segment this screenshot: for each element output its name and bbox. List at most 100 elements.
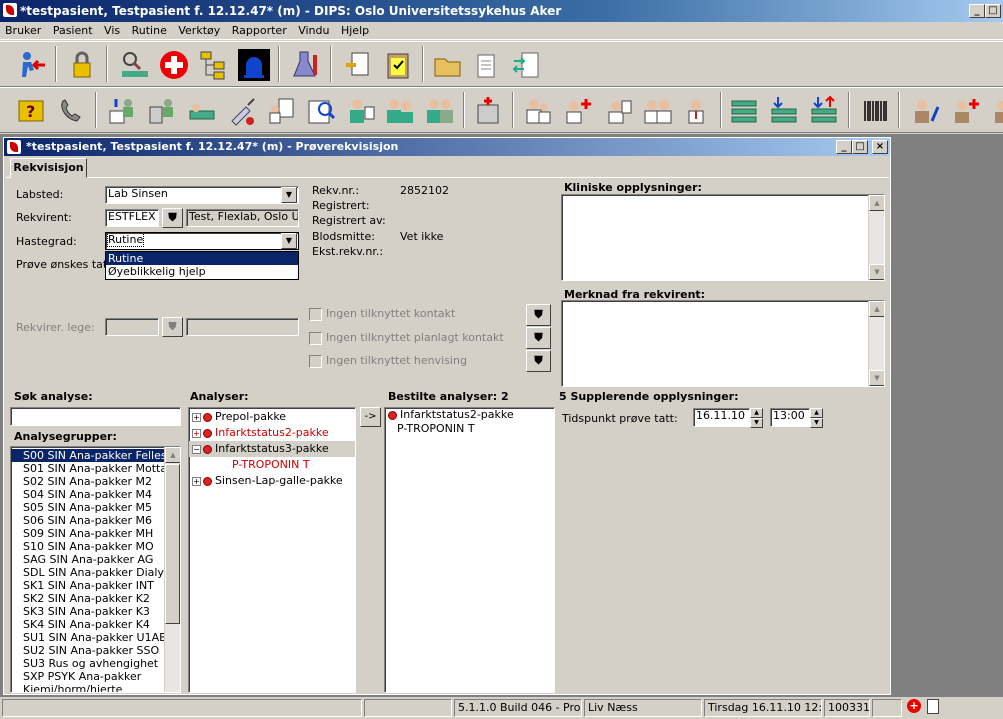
child-maximize-button[interactable]: □ xyxy=(852,140,868,154)
menu-hjelp[interactable]: Hjelp xyxy=(341,24,369,37)
open-folder-icon[interactable] xyxy=(432,49,464,81)
minimize-button[interactable]: _ xyxy=(969,4,985,18)
bestilt-child-item[interactable]: P-TROPONIN T xyxy=(385,422,554,436)
group-item[interactable]: SK3 SIN Ana-pakker K3 xyxy=(11,605,180,618)
hastegrad-option-rutine[interactable]: Rutine xyxy=(106,252,298,265)
merknad-textarea[interactable]: ▲ ▼ xyxy=(561,300,885,387)
group-item[interactable]: SDL SIN Ana-pakker Dialyse xyxy=(11,566,180,579)
time-down-icon[interactable]: ▼ xyxy=(810,418,823,428)
logout-icon[interactable] xyxy=(15,49,47,81)
medical-cross-icon[interactable] xyxy=(158,49,190,81)
list-green-icon[interactable] xyxy=(728,95,760,127)
tree-item[interactable]: + Infarktstatus2-pakke xyxy=(189,425,355,441)
scroll-down-icon[interactable]: ▼ xyxy=(869,370,884,386)
group-item[interactable]: S10 SIN Ana-pakker MO xyxy=(11,540,180,553)
staff-add-icon[interactable] xyxy=(950,95,982,127)
patient-document-icon[interactable] xyxy=(265,95,297,127)
status-document-icon[interactable] xyxy=(927,699,939,714)
alarm-icon[interactable] xyxy=(238,49,270,81)
hospital-icon[interactable] xyxy=(472,95,504,127)
staff-more-icon[interactable] xyxy=(990,95,1003,127)
date-up-icon[interactable]: ▲ xyxy=(750,408,763,418)
kliniske-textarea[interactable]: ▲ ▼ xyxy=(561,194,885,281)
doctor-group-icon[interactable] xyxy=(642,95,674,127)
list-down-icon[interactable] xyxy=(768,95,800,127)
labsted-dropdown-icon[interactable]: ▼ xyxy=(281,187,297,203)
expand-icon[interactable]: + xyxy=(192,412,201,422)
group-item[interactable]: S02 SIN Ana-pakker M2 xyxy=(11,475,180,488)
menu-rapporter[interactable]: Rapporter xyxy=(232,24,287,37)
menu-rutine[interactable]: Rutine xyxy=(132,24,167,37)
labsted-select[interactable]: Lab Sinsen xyxy=(105,186,299,204)
barcode-icon[interactable] xyxy=(860,95,892,127)
bed-icon[interactable] xyxy=(186,95,218,127)
bestilt-item[interactable]: Infarktstatus2-pakke xyxy=(385,408,554,422)
group-item[interactable]: SK2 SIN Ana-pakker K2 xyxy=(11,592,180,605)
staff-group-icon[interactable] xyxy=(384,95,416,127)
group-item[interactable]: S06 SIN Ana-pakker M6 xyxy=(11,514,180,527)
merknad-scrollbar[interactable]: ▲ ▼ xyxy=(868,301,884,386)
scroll-thumb[interactable] xyxy=(165,464,180,624)
scroll-down-icon[interactable]: ▼ xyxy=(869,264,884,280)
hastegrad-select[interactable]: Rutine xyxy=(105,232,299,250)
time-field[interactable]: 13:00 xyxy=(770,408,810,427)
group-item[interactable]: S01 SIN Ana-pakker Mottak xyxy=(11,462,180,475)
document-arrows-icon[interactable] xyxy=(510,49,542,81)
group-item[interactable]: S09 SIN Ana-pakker MH xyxy=(11,527,180,540)
hastegrad-option-oyeblikkelig[interactable]: Øyeblikkelig hjelp xyxy=(106,265,298,278)
menu-vindu[interactable]: Vindu xyxy=(298,24,329,37)
sok-analyse-input[interactable] xyxy=(10,407,181,426)
groups-scrollbar[interactable]: ▲ xyxy=(164,447,180,692)
menu-bruker[interactable]: Bruker xyxy=(5,24,41,37)
list-sort-icon[interactable] xyxy=(808,95,840,127)
bestilte-list[interactable]: Infarktstatus2-pakke P-TROPONIN T xyxy=(384,407,555,693)
help-icon[interactable]: ? xyxy=(15,95,47,127)
lock-icon[interactable] xyxy=(66,49,98,81)
patient-search-icon[interactable] xyxy=(118,49,150,81)
scroll-up-icon[interactable]: ▲ xyxy=(165,447,180,463)
menu-verktoy[interactable]: Verktøy xyxy=(178,24,220,37)
planlagt-search-button[interactable]: ⛊ xyxy=(526,327,551,349)
analyser-tree[interactable]: + Prepol-pakke + Infarktstatus2-pakke − Inf… xyxy=(188,407,356,693)
hastegrad-dropdown-icon[interactable]: ▼ xyxy=(281,233,297,249)
collapse-icon[interactable]: − xyxy=(192,444,201,454)
doctors-icon[interactable] xyxy=(522,95,554,127)
group-item[interactable]: S00 SIN Ana-pakker Felles xyxy=(11,449,180,462)
hierarchy-icon[interactable] xyxy=(198,49,230,81)
maximize-button[interactable]: □ xyxy=(985,4,1001,18)
doctor-icon[interactable] xyxy=(680,95,712,127)
child-minimize-button[interactable]: _ xyxy=(836,140,852,154)
staff-team-icon[interactable] xyxy=(424,95,456,127)
date-down-icon[interactable]: ▼ xyxy=(750,418,763,428)
time-up-icon[interactable]: ▲ xyxy=(810,408,823,418)
kontakt-search-button[interactable]: ⛊ xyxy=(526,304,551,326)
journal-search-icon[interactable] xyxy=(305,95,337,127)
phone-icon[interactable] xyxy=(55,95,87,127)
move-right-button[interactable]: -> xyxy=(360,407,381,427)
tab-rekvisisjon[interactable]: Rekvisisjon xyxy=(10,158,87,178)
group-item[interactable]: SU1 SIN Ana-pakker U1AB xyxy=(11,631,180,644)
group-item[interactable]: SU3 Rus og avhengighet xyxy=(11,657,180,670)
group-item[interactable]: Kjemi/horm/hjerte xyxy=(11,683,180,692)
staff-edit-icon[interactable] xyxy=(910,95,942,127)
document-transfer-icon[interactable] xyxy=(342,49,374,81)
group-item[interactable]: SU2 SIN Ana-pakker SSO xyxy=(11,644,180,657)
expand-icon[interactable]: + xyxy=(192,476,201,486)
clipboard-icon[interactable] xyxy=(382,49,414,81)
kliniske-scrollbar[interactable]: ▲ ▼ xyxy=(868,195,884,280)
analysegrupper-list[interactable]: S00 SIN Ana-pakker Felles S01 SIN Ana-pa… xyxy=(10,446,181,693)
lab-flask-icon[interactable] xyxy=(289,49,321,81)
syringe-icon[interactable] xyxy=(226,95,258,127)
group-item[interactable]: SK4 SIN Ana-pakker K4 xyxy=(11,618,180,631)
scroll-up-icon[interactable]: ▲ xyxy=(869,301,884,317)
tree-item[interactable]: + Sinsen-Lap-galle-pakke xyxy=(189,473,355,489)
henvising-search-button[interactable]: ⛊ xyxy=(526,350,551,372)
patient-list-icon[interactable] xyxy=(106,95,138,127)
group-item[interactable]: SXP PSYK Ana-pakker xyxy=(11,670,180,683)
menu-pasient[interactable]: Pasient xyxy=(53,24,93,37)
tree-child-item[interactable]: P-TROPONIN T xyxy=(189,457,355,473)
group-item[interactable]: SK1 SIN Ana-pakker INT xyxy=(11,579,180,592)
status-cross-icon[interactable]: + xyxy=(907,699,921,713)
doctor-note-icon[interactable] xyxy=(602,95,634,127)
tree-item[interactable]: − Infarktstatus3-pakke xyxy=(189,441,355,457)
